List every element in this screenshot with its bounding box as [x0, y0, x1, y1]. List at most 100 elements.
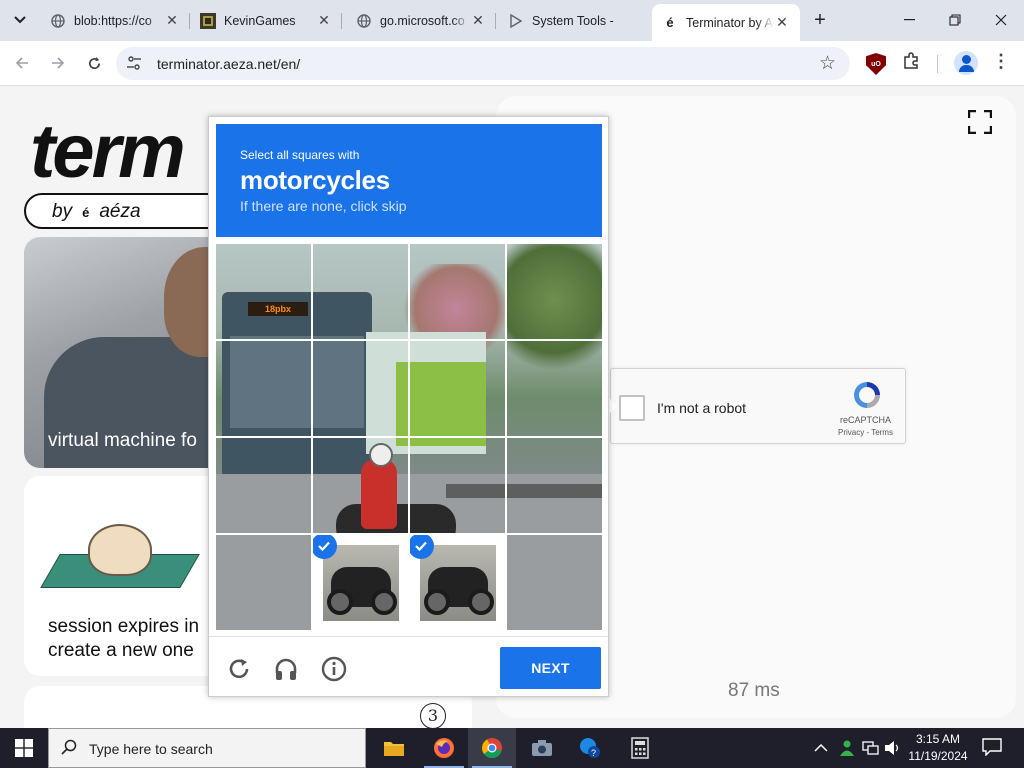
- tab-search-button[interactable]: [8, 8, 32, 32]
- reload-icon: [88, 56, 100, 69]
- image-grid: 18pbx: [216, 244, 602, 630]
- taskbar-firefox[interactable]: [420, 728, 468, 768]
- grid-tile-16[interactable]: [507, 535, 602, 630]
- tab-title: Terminator by A: [686, 15, 773, 30]
- site-settings-icon[interactable]: [126, 55, 144, 73]
- tab-title: blob:https://co: [74, 13, 152, 28]
- notification-icon[interactable]: [982, 738, 1002, 756]
- search-icon: [61, 739, 77, 755]
- next-button[interactable]: NEXT: [500, 647, 601, 689]
- recaptcha-logo-icon: [854, 382, 880, 408]
- back-button[interactable]: [8, 49, 36, 77]
- challenge-footer: NEXT: [209, 636, 608, 697]
- tab-kevingames[interactable]: KevinGames ✕: [190, 6, 342, 35]
- grid-tile-5[interactable]: [216, 341, 312, 437]
- close-tab-icon[interactable]: ✕: [164, 12, 180, 29]
- close-tab-icon[interactable]: ✕: [470, 12, 486, 29]
- byline-by: by: [52, 201, 73, 222]
- grid-tile-4[interactable]: [507, 244, 602, 340]
- grid-tile-2[interactable]: [313, 244, 409, 340]
- tab-terminator[interactable]: é Terminator by A ✕: [652, 4, 800, 41]
- close-tab-icon[interactable]: ✕: [774, 14, 790, 31]
- hero-caption: virtual machine fo: [48, 430, 197, 451]
- info-icon[interactable]: [320, 655, 348, 683]
- wheel: [371, 589, 397, 615]
- tab-go-microsoft[interactable]: go.microsoft.co ✕: [346, 6, 496, 35]
- profile-avatar-icon[interactable]: [954, 51, 978, 75]
- latency-readout: 87 ms: [728, 680, 780, 701]
- close-window-button[interactable]: [978, 0, 1024, 40]
- camera-icon: [532, 740, 552, 756]
- grid-tile-6[interactable]: [313, 341, 409, 437]
- tile-image: [323, 545, 399, 621]
- grid-tile-12b[interactable]: [216, 535, 312, 630]
- recaptcha-widget: I'm not a robot reCAPTCHA Privacy - Term…: [610, 368, 906, 444]
- grid-tile-13[interactable]: [311, 533, 409, 630]
- grid-tile-7[interactable]: [410, 341, 506, 437]
- firefox-icon: [434, 738, 454, 758]
- clock-date: 11/19/2024: [908, 749, 968, 763]
- user-network-icon: [840, 740, 854, 756]
- forward-button[interactable]: [44, 49, 72, 77]
- taskbar-search[interactable]: Type here to search: [48, 728, 366, 768]
- reload-button[interactable]: [80, 49, 108, 77]
- grid-tile-14[interactable]: [408, 533, 506, 630]
- tab-system-tools[interactable]: System Tools -: [498, 6, 648, 35]
- arrow-right-icon: [52, 57, 65, 69]
- tab-blob[interactable]: blob:https://co ✕: [40, 6, 190, 35]
- taskbar-clock[interactable]: 3:15 AM 11/19/2024: [904, 731, 972, 765]
- wheel: [424, 589, 450, 615]
- tray-volume[interactable]: [884, 728, 902, 768]
- tab-title: go.microsoft.co: [380, 13, 465, 28]
- restore-button[interactable]: [932, 0, 978, 40]
- grid-tile-1[interactable]: [216, 244, 312, 340]
- close-tab-icon[interactable]: ✕: [316, 12, 332, 29]
- grid-tile-3[interactable]: [410, 244, 506, 340]
- tab-title: System Tools -: [532, 13, 614, 28]
- grid-tile-10[interactable]: [313, 438, 409, 534]
- chevron-down-icon: [14, 16, 26, 24]
- folder-icon: [384, 742, 404, 756]
- url-text: terminator.aeza.net/en/: [157, 56, 301, 72]
- fullscreen-icon[interactable]: [968, 110, 992, 134]
- taskbar-get-help[interactable]: ?: [566, 728, 614, 768]
- close-icon: [995, 14, 1007, 26]
- globe-icon: [50, 13, 66, 29]
- recaptcha-challenge: Select all squares with motorcycles If t…: [208, 116, 609, 697]
- chrome-icon: [482, 738, 502, 758]
- taskbar-camera[interactable]: [518, 728, 566, 768]
- taskbar-calculator[interactable]: [616, 728, 664, 768]
- minimize-button[interactable]: [886, 0, 932, 40]
- privacy-terms-links[interactable]: Privacy - Terms: [838, 428, 893, 437]
- show-hidden-icons[interactable]: [814, 728, 828, 768]
- challenge-instruction: Select all squares with: [240, 148, 360, 162]
- volume-icon: [885, 741, 899, 755]
- tile-image: [420, 545, 496, 621]
- play-icon: [508, 13, 524, 29]
- tray-network-user[interactable]: [838, 728, 856, 768]
- new-tab-button[interactable]: +: [808, 8, 832, 32]
- address-bar[interactable]: terminator.aeza.net/en/ ☆: [116, 47, 850, 80]
- challenge-header: Select all squares with motorcycles If t…: [216, 124, 602, 237]
- grid-tile-12[interactable]: [507, 438, 602, 534]
- menu-kebab-icon[interactable]: ⋮: [992, 51, 1010, 72]
- grid-tile-11[interactable]: [410, 438, 506, 534]
- reload-challenge-icon[interactable]: [225, 655, 253, 683]
- kevingames-icon: [200, 12, 216, 29]
- minimize-icon: [903, 19, 915, 21]
- recaptcha-checkbox[interactable]: [619, 395, 645, 421]
- tray-network[interactable]: [862, 728, 880, 768]
- ethernet-icon: [862, 741, 879, 755]
- challenge-target: motorcycles: [240, 165, 390, 195]
- grid-tile-8[interactable]: [507, 341, 602, 437]
- extensions-icon[interactable]: [902, 52, 920, 75]
- headphones-icon[interactable]: [272, 655, 300, 683]
- site-logo[interactable]: term: [30, 108, 186, 195]
- grid-tile-9[interactable]: [216, 438, 312, 534]
- taskbar-file-explorer[interactable]: [370, 728, 418, 768]
- tab-strip: blob:https://co ✕ KevinGames ✕ go.micros…: [0, 0, 1024, 41]
- bookmark-star-icon[interactable]: ☆: [819, 52, 836, 75]
- start-button[interactable]: [0, 728, 48, 768]
- ublock-origin-icon[interactable]: uO: [866, 53, 886, 75]
- taskbar-chrome[interactable]: [468, 728, 516, 768]
